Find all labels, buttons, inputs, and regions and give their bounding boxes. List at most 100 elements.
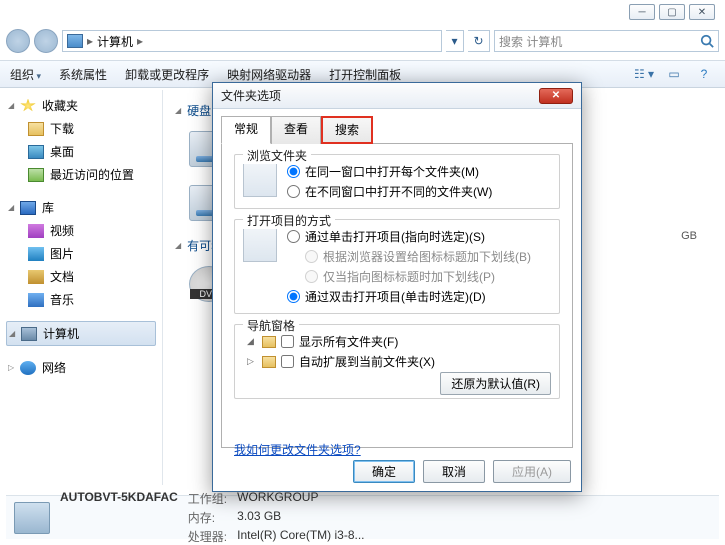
option-label: 在同一窗口中打开每个文件夹(M) <box>305 163 479 180</box>
checkbox-auto-expand[interactable]: ▷ 自动扩展到当前文件夹(X) <box>247 353 551 370</box>
option-label: 通过单击打开项目(指向时选定)(S) <box>305 228 485 245</box>
history-dropdown-button[interactable]: ▾ <box>446 30 464 52</box>
back-button[interactable] <box>6 29 30 53</box>
dialog-close-button[interactable]: ✕ <box>539 88 573 104</box>
organize-menu[interactable]: 组织 <box>10 66 41 83</box>
nav-label: 下载 <box>50 120 74 137</box>
memory-label: 内存: <box>188 509 227 526</box>
computer-icon <box>67 34 83 48</box>
size-suffix: GB <box>681 230 697 242</box>
breadcrumb-sep-icon: ▸ <box>137 34 143 48</box>
help-link[interactable]: 我如何更改文件夹选项? <box>234 441 361 458</box>
option-label: 显示所有文件夹(F) <box>299 333 398 350</box>
radio-underline-point: 仅当指向图标标题时加下划线(P) <box>287 268 531 285</box>
browse-folders-group: 浏览文件夹 在同一窗口中打开每个文件夹(M) 在不同窗口中打开不同的文件夹(W) <box>234 154 560 209</box>
dialog-titlebar[interactable]: 文件夹选项 ✕ <box>213 83 581 109</box>
downloads-icon <box>28 122 44 136</box>
forward-button[interactable] <box>34 29 58 53</box>
breadcrumb[interactable]: ▸ 计算机 ▸ <box>62 30 442 52</box>
checkbox-show-all-folders[interactable]: ◢ 显示所有文件夹(F) <box>247 333 551 350</box>
search-icon <box>700 34 714 48</box>
breadcrumb-sep-icon: ▸ <box>87 34 93 48</box>
uninstall-programs-button[interactable]: 卸载或更改程序 <box>125 66 209 83</box>
downloads-node[interactable]: 下载 <box>6 117 156 140</box>
nav-label: 最近访问的位置 <box>50 166 134 183</box>
click-behavior-icon <box>243 228 277 262</box>
favorites-node[interactable]: 收藏夹 <box>6 94 156 117</box>
option-label: 通过双击打开项目(单击时选定)(D) <box>305 288 486 305</box>
tab-general[interactable]: 常规 <box>221 116 271 144</box>
refresh-button[interactable]: ↻ <box>468 30 490 52</box>
preview-pane-button[interactable]: ▭ <box>663 65 685 83</box>
window-maximize-button[interactable]: ▢ <box>659 4 685 20</box>
radio-double-click[interactable]: 通过双击打开项目(单击时选定)(D) <box>287 288 531 305</box>
browse-folders-icon <box>243 163 277 197</box>
music-node[interactable]: 音乐 <box>6 288 156 311</box>
system-properties-button[interactable]: 系统属性 <box>59 66 107 83</box>
documents-node[interactable]: 文档 <box>6 265 156 288</box>
nav-label: 音乐 <box>50 291 74 308</box>
network-node[interactable]: 网络 <box>6 356 156 379</box>
network-icon <box>20 361 36 375</box>
music-icon <box>28 293 44 307</box>
tab-search[interactable]: 搜索 <box>321 116 373 144</box>
navigation-pane-group: 导航窗格 ◢显示所有文件夹(F) ▷自动扩展到当前文件夹(X) 还原为默认值(R… <box>234 324 560 399</box>
option-label: 根据浏览器设置给图标标题加下划线(B) <box>323 248 531 265</box>
libraries-node[interactable]: 库 <box>6 196 156 219</box>
star-icon <box>20 99 36 113</box>
tab-general-content: 浏览文件夹 在同一窗口中打开每个文件夹(M) 在不同窗口中打开不同的文件夹(W)… <box>221 144 573 448</box>
nav-label: 桌面 <box>50 143 74 160</box>
view-mode-button[interactable]: ☷ ▾ <box>633 65 655 83</box>
folder-icon <box>262 356 276 368</box>
nav-label: 图片 <box>50 245 74 262</box>
window-minimize-button[interactable]: ─ <box>629 4 655 20</box>
pictures-node[interactable]: 图片 <box>6 242 156 265</box>
recent-node[interactable]: 最近访问的位置 <box>6 163 156 186</box>
videos-node[interactable]: 视频 <box>6 219 156 242</box>
libraries-label: 库 <box>42 199 54 216</box>
computer-node[interactable]: 计算机 <box>6 321 156 346</box>
navigation-pane: 收藏夹 下载 桌面 最近访问的位置 库 视频 图片 文档 音乐 计算机 网络 <box>6 90 156 485</box>
cpu-label: 处理器: <box>188 528 227 545</box>
address-bar-row: ▸ 计算机 ▸ ▾ ↻ 搜索 计算机 <box>6 26 719 56</box>
radio-new-window[interactable]: 在不同窗口中打开不同的文件夹(W) <box>287 183 492 200</box>
tree-expand-icon[interactable]: ▷ <box>247 356 257 367</box>
option-label: 自动扩展到当前文件夹(X) <box>299 353 435 370</box>
desktop-node[interactable]: 桌面 <box>6 140 156 163</box>
breadcrumb-item[interactable]: 计算机 <box>97 33 133 50</box>
radio-same-window[interactable]: 在同一窗口中打开每个文件夹(M) <box>287 163 492 180</box>
search-input[interactable]: 搜索 计算机 <box>494 30 719 52</box>
help-button[interactable]: ? <box>693 65 715 83</box>
search-placeholder: 搜索 计算机 <box>499 33 562 50</box>
workgroup-value: WORKGROUP <box>237 490 364 507</box>
window-close-button[interactable]: ✕ <box>689 4 715 20</box>
folder-icon <box>262 336 276 348</box>
memory-value: 3.03 GB <box>237 509 364 526</box>
tab-view[interactable]: 查看 <box>271 116 321 144</box>
nav-label: 文档 <box>50 268 74 285</box>
folder-options-dialog: 文件夹选项 ✕ 常规 查看 搜索 浏览文件夹 在同一窗口中打开每个文件夹(M) … <box>212 82 582 492</box>
details-pane: AUTOBVT-5KDAFAC 工作组: WORKGROUP 内存: 3.03 … <box>6 495 719 539</box>
documents-icon <box>28 270 44 284</box>
computer-icon <box>21 327 37 341</box>
favorites-label: 收藏夹 <box>42 97 78 114</box>
pictures-icon <box>28 247 44 261</box>
dialog-title: 文件夹选项 <box>221 87 539 104</box>
map-network-drive-button[interactable]: 映射网络驱动器 <box>227 66 311 83</box>
apply-button[interactable]: 应用(A) <box>493 460 571 483</box>
tree-collapse-icon[interactable]: ◢ <box>247 336 257 347</box>
radio-single-click[interactable]: 通过单击打开项目(指向时选定)(S) <box>287 228 531 245</box>
click-behavior-group: 打开项目的方式 通过单击打开项目(指向时选定)(S) 根据浏览器设置给图标标题加… <box>234 219 560 314</box>
cpu-value: Intel(R) Core(TM) i3-8... <box>237 528 364 545</box>
videos-icon <box>28 224 44 238</box>
network-label: 网络 <box>42 359 66 376</box>
group-legend: 浏览文件夹 <box>243 147 311 164</box>
group-legend: 导航窗格 <box>243 317 299 334</box>
option-label: 在不同窗口中打开不同的文件夹(W) <box>305 183 492 200</box>
open-control-panel-button[interactable]: 打开控制面板 <box>329 66 401 83</box>
ok-button[interactable]: 确定 <box>353 460 415 483</box>
cancel-button[interactable]: 取消 <box>423 460 485 483</box>
recent-icon <box>28 168 44 182</box>
nav-label: 视频 <box>50 222 74 239</box>
restore-defaults-button[interactable]: 还原为默认值(R) <box>440 372 551 395</box>
